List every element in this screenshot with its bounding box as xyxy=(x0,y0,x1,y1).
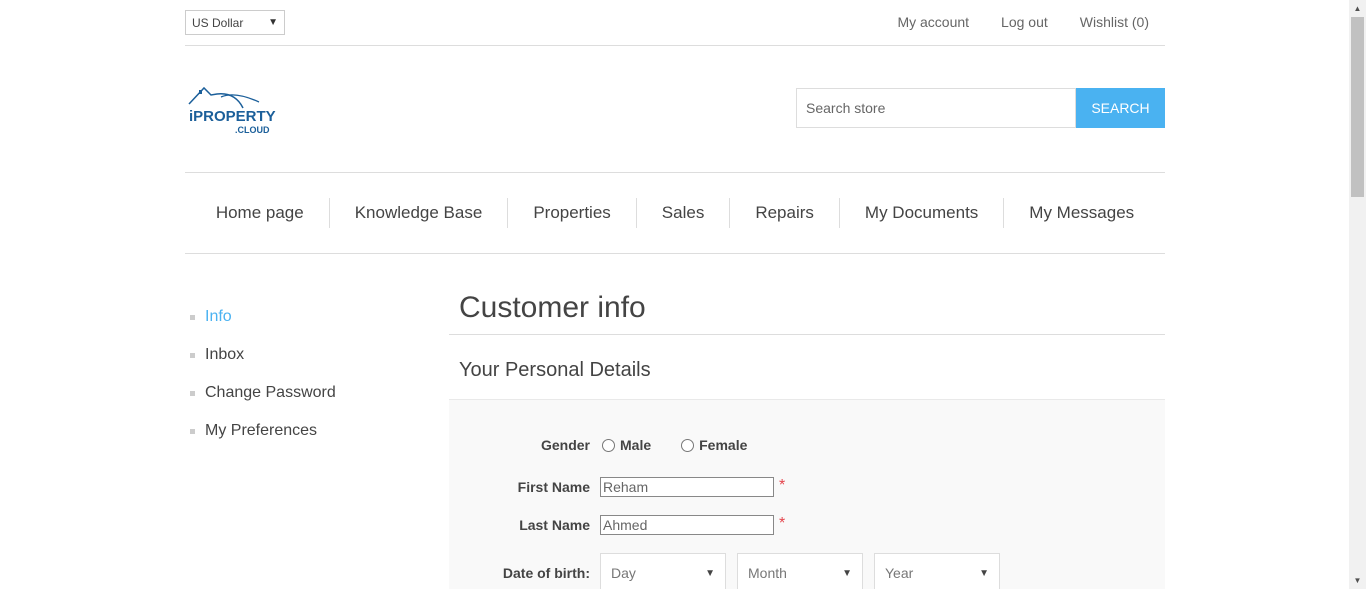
scrollbar-thumb[interactable] xyxy=(1351,17,1364,197)
search-button[interactable]: Search xyxy=(1076,88,1165,128)
chevron-down-icon: ▼ xyxy=(705,567,715,579)
page-container: US Dollar ▼ My account Log out Wishlist … xyxy=(185,0,1165,254)
currency-select[interactable]: US Dollar ▼ xyxy=(185,10,285,35)
gender-label: Gender xyxy=(540,437,590,453)
nav-item-my-documents[interactable]: My Documents xyxy=(838,198,1003,228)
header-middle: iPROPERTY .CLOUD Search store Search xyxy=(185,46,1165,173)
nav-item-home[interactable]: Home page xyxy=(191,198,329,228)
gender-female-radio[interactable] xyxy=(681,438,695,452)
search-input[interactable]: Search store xyxy=(796,88,1076,128)
gender-male-radio[interactable] xyxy=(602,438,615,452)
side-item-change-password[interactable]: Change Password xyxy=(185,374,425,412)
main-nav: Home page Knowledge Base Properties Sale… xyxy=(185,173,1165,254)
side-menu: Info Inbox Change Password My Preference… xyxy=(185,298,425,450)
chevron-down-icon: ▼ xyxy=(842,567,852,579)
logo-text: iPROPERTY xyxy=(189,108,276,125)
gender-female-label[interactable]: Female xyxy=(699,437,747,453)
dob-day-value: Day xyxy=(611,565,636,581)
dob-year-select[interactable]: Year ▼ xyxy=(874,553,1000,589)
chevron-down-icon: ▼ xyxy=(268,17,278,28)
last-name-field[interactable]: Ahmed xyxy=(600,515,774,535)
dob-year-value: Year xyxy=(885,565,914,581)
required-mark: * xyxy=(779,514,786,532)
last-name-label: Last Name xyxy=(519,517,590,533)
bullet-icon xyxy=(190,352,195,358)
bullet-icon xyxy=(190,428,195,434)
header-top-bar: US Dollar ▼ My account Log out Wishlist … xyxy=(185,0,1165,46)
last-name-row: Last Name Ahmed * xyxy=(449,515,785,535)
header-links: My account Log out Wishlist (0) xyxy=(897,14,1149,30)
dob-month-select[interactable]: Month ▼ xyxy=(737,553,863,589)
side-item-label: My Preferences xyxy=(205,422,318,439)
nav-item-repairs[interactable]: Repairs xyxy=(729,198,839,228)
bullet-icon xyxy=(190,314,195,320)
main-content: Customer info Your Personal Details Gend… xyxy=(449,278,1165,589)
page-title: Customer info xyxy=(449,278,1165,335)
side-item-inbox[interactable]: Inbox xyxy=(185,336,425,374)
dob-label: Date of birth: xyxy=(502,565,590,581)
bullet-icon xyxy=(190,390,195,396)
side-item-label: Info xyxy=(205,308,232,325)
dob-day-select[interactable]: Day ▼ xyxy=(600,553,726,589)
gender-male-label[interactable]: Male xyxy=(620,437,651,453)
scroll-down-arrow-icon[interactable]: ▼ xyxy=(1349,572,1366,589)
nav-item-properties[interactable]: Properties xyxy=(507,198,635,228)
logo-subtext: .CLOUD xyxy=(235,125,270,135)
nav-item-knowledge-base[interactable]: Knowledge Base xyxy=(328,198,508,228)
vertical-scrollbar[interactable]: ▲ ▼ xyxy=(1349,0,1366,589)
first-name-field[interactable]: Reham xyxy=(600,477,774,497)
dob-row: Date of birth: Day ▼ Month ▼ Year ▼ xyxy=(449,553,1011,589)
search-placeholder: Search store xyxy=(806,100,886,116)
logo[interactable]: iPROPERTY .CLOUD xyxy=(187,82,279,138)
section-title: Your Personal Details xyxy=(459,359,651,381)
required-mark: * xyxy=(779,476,786,494)
chevron-down-icon: ▼ xyxy=(979,567,989,579)
side-item-label: Change Password xyxy=(205,384,336,401)
gender-row: Gender Male Female xyxy=(449,437,775,453)
log-out-link[interactable]: Log out xyxy=(1001,14,1048,30)
dob-month-value: Month xyxy=(748,565,787,581)
logo-house-icon: iPROPERTY .CLOUD xyxy=(188,86,276,135)
wishlist-link[interactable]: Wishlist (0) xyxy=(1080,14,1149,30)
nav-item-my-messages[interactable]: My Messages xyxy=(1003,198,1159,228)
first-name-row: First Name Reham * xyxy=(449,477,785,497)
first-name-label: First Name xyxy=(517,479,590,495)
currency-value: US Dollar xyxy=(192,15,244,30)
my-account-link[interactable]: My account xyxy=(897,14,969,30)
side-item-label: Inbox xyxy=(205,346,245,363)
personal-details-form: Gender Male Female First Name Reham * La… xyxy=(449,399,1165,589)
side-item-info[interactable]: Info xyxy=(185,298,425,336)
nav-item-sales[interactable]: Sales xyxy=(635,198,730,228)
side-item-my-preferences[interactable]: My Preferences xyxy=(185,412,425,450)
scroll-up-arrow-icon[interactable]: ▲ xyxy=(1349,0,1366,17)
